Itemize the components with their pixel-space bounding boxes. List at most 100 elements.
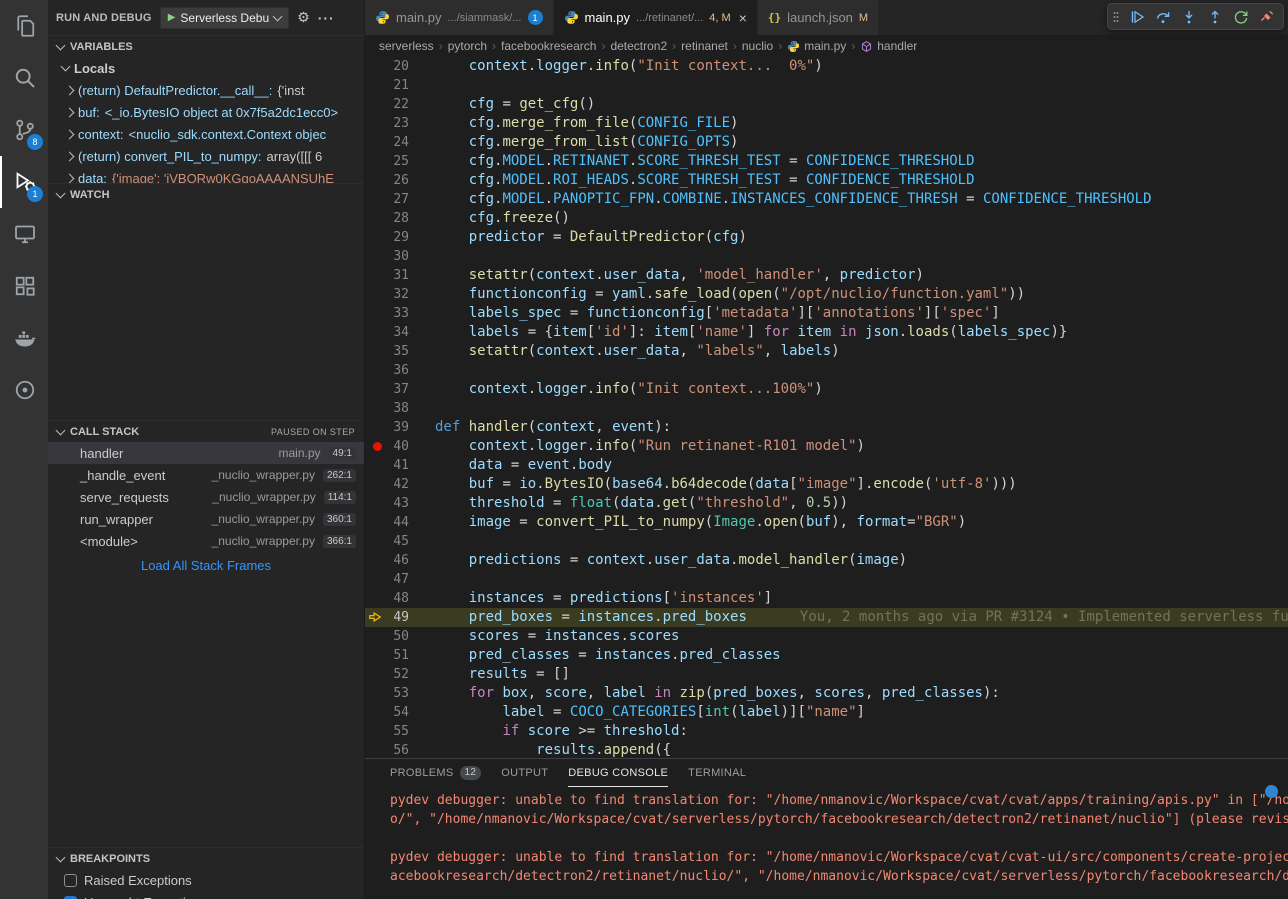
load-all-stack-frames-link[interactable]: Load All Stack Frames — [48, 552, 364, 578]
gutter[interactable]: 39 — [365, 418, 435, 437]
code-line[interactable]: 43 threshold = float(data.get("threshold… — [365, 494, 1288, 513]
activity-remote[interactable] — [0, 208, 48, 260]
code-line[interactable]: 24 cfg.merge_from_list(CONFIG_OPTS) — [365, 133, 1288, 152]
gutter[interactable]: 56 — [365, 741, 435, 758]
code-line[interactable]: 42 buf = io.BytesIO(base64.b64decode(dat… — [365, 475, 1288, 494]
code-line[interactable]: 23 cfg.merge_from_file(CONFIG_FILE) — [365, 114, 1288, 133]
gutter[interactable]: 40 — [365, 437, 435, 456]
breadcrumb-item[interactable]: retinanet — [681, 39, 728, 53]
line-number[interactable]: 25 — [393, 152, 409, 171]
code-line[interactable]: 35 setattr(context.user_data, "labels", … — [365, 342, 1288, 361]
code-line[interactable]: 45 — [365, 532, 1288, 551]
gutter[interactable]: 51 — [365, 646, 435, 665]
breakpoint-row[interactable]: Raised Exceptions — [48, 869, 364, 891]
gutter[interactable]: 31 — [365, 266, 435, 285]
code-line[interactable]: 40 context.logger.info("Run retinanet-R1… — [365, 437, 1288, 456]
panel-tab-terminal[interactable]: TERMINAL — [688, 759, 746, 787]
code-line[interactable]: 28 cfg.freeze() — [365, 209, 1288, 228]
code-line[interactable]: 27 cfg.MODEL.PANOPTIC_FPN.COMBINE.INSTAN… — [365, 190, 1288, 209]
activity-run-debug[interactable]: 1 — [0, 156, 48, 208]
line-number[interactable]: 42 — [393, 475, 409, 494]
line-number[interactable]: 41 — [393, 456, 409, 475]
gutter[interactable]: 34 — [365, 323, 435, 342]
panel-tab-output[interactable]: OUTPUT — [501, 759, 548, 787]
line-number[interactable]: 49 — [393, 608, 409, 627]
code-line[interactable]: 41 data = event.body — [365, 456, 1288, 475]
variable-row[interactable]: buf:<_io.BytesIO object at 0x7f5a2dc1ecc… — [48, 101, 364, 123]
gutter[interactable]: 45 — [365, 532, 435, 551]
gutter[interactable]: 25 — [365, 152, 435, 171]
line-number[interactable]: 22 — [393, 95, 409, 114]
line-number[interactable]: 32 — [393, 285, 409, 304]
line-number[interactable]: 26 — [393, 171, 409, 190]
debug-config-dropdown[interactable]: ▶ Serverless Debu — [160, 7, 289, 29]
gutter[interactable]: 48 — [365, 589, 435, 608]
gutter[interactable]: 26 — [365, 171, 435, 190]
gutter[interactable]: 46 — [365, 551, 435, 570]
code-line[interactable]: 29 predictor = DefaultPredictor(cfg) — [365, 228, 1288, 247]
gutter[interactable]: 38 — [365, 399, 435, 418]
gutter[interactable]: 55 — [365, 722, 435, 741]
activity-circle[interactable] — [0, 364, 48, 416]
code-line[interactable]: 50 scores = instances.scores — [365, 627, 1288, 646]
line-number[interactable]: 55 — [393, 722, 409, 741]
line-number[interactable]: 31 — [393, 266, 409, 285]
scope-locals[interactable]: Locals — [48, 57, 364, 79]
line-number[interactable]: 30 — [393, 247, 409, 266]
variable-row[interactable]: (return) convert_PIL_to_numpy:array([[[ … — [48, 145, 364, 167]
line-number[interactable]: 52 — [393, 665, 409, 684]
code-line[interactable]: 26 cfg.MODEL.ROI_HEADS.SCORE_THRESH_TEST… — [365, 171, 1288, 190]
chevron-right-icon[interactable] — [65, 151, 75, 161]
gutter[interactable]: 44 — [365, 513, 435, 532]
gutter[interactable]: 30 — [365, 247, 435, 266]
panel-tab-problems[interactable]: PROBLEMS12 — [390, 759, 481, 787]
variable-row[interactable]: (return) DefaultPredictor.__call__:{'ins… — [48, 79, 364, 101]
drag-handle-icon[interactable] — [1112, 9, 1123, 25]
watch-header[interactable]: WATCH — [48, 183, 364, 205]
gutter[interactable]: 53 — [365, 684, 435, 703]
gutter[interactable]: 27 — [365, 190, 435, 209]
tab-main-siammask[interactable]: main.py.../siammask/...1 — [365, 0, 554, 35]
code-line[interactable]: 32 functionconfig = yaml.safe_load(open(… — [365, 285, 1288, 304]
code-line[interactable]: 25 cfg.MODEL.RETINANET.SCORE_THRESH_TEST… — [365, 152, 1288, 171]
gutter[interactable]: 36 — [365, 361, 435, 380]
chevron-right-icon[interactable] — [65, 85, 75, 95]
more-actions-icon[interactable]: ··· — [318, 10, 335, 26]
gear-icon[interactable]: ⚙ — [297, 9, 310, 26]
line-number[interactable]: 40 — [393, 437, 409, 456]
breakpoint-row[interactable]: ✓Uncaught Exceptions — [48, 891, 364, 899]
code-line[interactable]: 36 — [365, 361, 1288, 380]
breakpoints-header[interactable]: BREAKPOINTS — [48, 847, 364, 869]
breakpoint-icon[interactable] — [373, 442, 382, 451]
line-number[interactable]: 29 — [393, 228, 409, 247]
code-line[interactable]: 55 if score >= threshold: — [365, 722, 1288, 741]
line-number[interactable]: 53 — [393, 684, 409, 703]
gutter[interactable]: 32 — [365, 285, 435, 304]
gutter[interactable]: 41 — [365, 456, 435, 475]
gutter[interactable]: 43 — [365, 494, 435, 513]
breadcrumb-item[interactable]: detectron2 — [610, 39, 667, 53]
line-number[interactable]: 48 — [393, 589, 409, 608]
chevron-right-icon[interactable] — [65, 107, 75, 117]
gutter[interactable]: 54 — [365, 703, 435, 722]
line-number[interactable]: 23 — [393, 114, 409, 133]
code-line[interactable]: 22 cfg = get_cfg() — [365, 95, 1288, 114]
code-line[interactable]: 47 — [365, 570, 1288, 589]
line-number[interactable]: 36 — [393, 361, 409, 380]
code-line[interactable]: 38 — [365, 399, 1288, 418]
gutter[interactable]: 37 — [365, 380, 435, 399]
breadcrumb-item[interactable]: main.py — [787, 39, 846, 53]
restart-button[interactable] — [1229, 6, 1253, 28]
gutter[interactable]: 24 — [365, 133, 435, 152]
disconnect-button[interactable] — [1255, 6, 1279, 28]
call-stack-frame[interactable]: _handle_event_nuclio_wrapper.py262:1 — [48, 464, 364, 486]
code-line[interactable]: 51 pred_classes = instances.pred_classes — [365, 646, 1288, 665]
code-line[interactable]: 56 results.append({ — [365, 741, 1288, 758]
tab-main-retinanet[interactable]: main.py.../retinanet/...4, M× — [554, 0, 758, 35]
line-number[interactable]: 37 — [393, 380, 409, 399]
line-number[interactable]: 47 — [393, 570, 409, 589]
line-number[interactable]: 45 — [393, 532, 409, 551]
variable-row[interactable]: context:<nuclio_sdk.context.Context obje… — [48, 123, 364, 145]
activity-source-control[interactable]: 8 — [0, 104, 48, 156]
code-line[interactable]: 46 predictions = context.user_data.model… — [365, 551, 1288, 570]
